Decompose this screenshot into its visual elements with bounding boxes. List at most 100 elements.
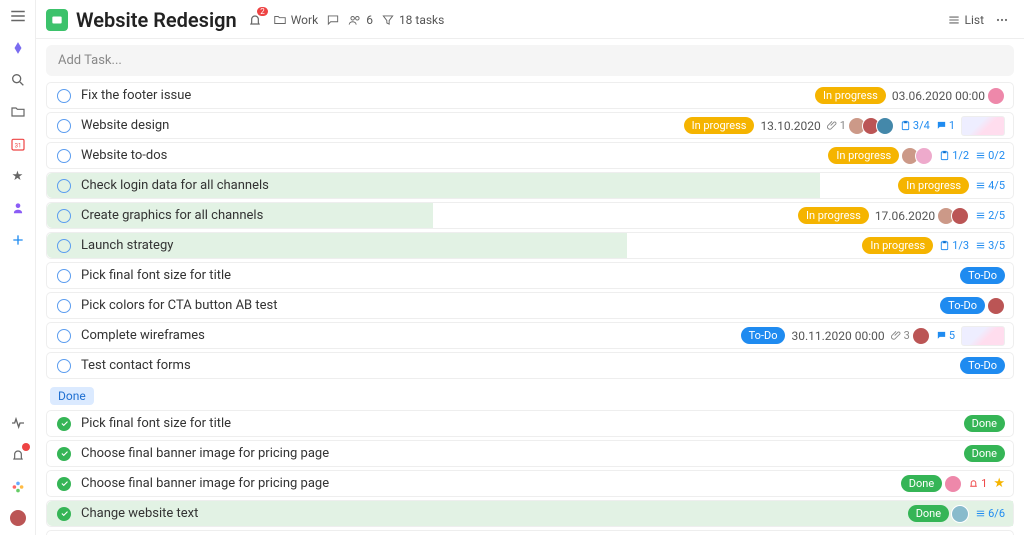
status-open-icon[interactable] (57, 119, 71, 133)
status-open-icon[interactable] (57, 269, 71, 283)
task-title: Choose final banner image for pricing pa… (81, 476, 329, 491)
assignee-avatars[interactable] (905, 147, 933, 165)
diamond-icon[interactable] (8, 38, 28, 58)
attachment-icon[interactable]: 3 (891, 329, 910, 342)
plus-icon[interactable] (8, 230, 28, 250)
checklist-icon[interactable]: 2/5 (975, 209, 1005, 222)
status-open-icon[interactable] (57, 179, 71, 193)
status-open-icon[interactable] (57, 149, 71, 163)
task-row[interactable]: Pick final font size for titleDone (46, 410, 1014, 437)
clipboard-icon[interactable]: 3/4 (900, 119, 930, 132)
status-done-icon[interactable] (57, 477, 71, 491)
assignee-avatars[interactable] (916, 327, 930, 345)
person-icon[interactable] (8, 198, 28, 218)
status-pill[interactable]: Done (908, 505, 949, 522)
chat-icon[interactable]: 1 (936, 119, 955, 132)
chat-icon[interactable]: 5 (936, 329, 955, 342)
status-pill[interactable]: Done (964, 445, 1005, 462)
task-row[interactable]: Website to-dosIn progress1/20/2 (46, 142, 1014, 169)
clipboard-icon[interactable]: 1/2 (939, 149, 969, 162)
task-row[interactable]: Choose final banner image for pricing pa… (46, 470, 1014, 497)
task-title: Create graphics for all channels (81, 208, 263, 223)
task-title: Fix the footer issue (81, 88, 191, 103)
status-pill[interactable]: In progress (815, 87, 886, 104)
assignee-avatars[interactable] (852, 117, 894, 135)
task-row[interactable]: Test contact forms To-Do (46, 352, 1014, 379)
task-title: Choose final banner image for pricing pa… (81, 446, 329, 461)
status-done-icon[interactable] (57, 507, 71, 521)
folder-meta[interactable]: Work (273, 13, 318, 27)
thumbnail[interactable] (961, 326, 1005, 346)
attachment-icon[interactable]: 1 (827, 119, 846, 132)
assignee-avatars[interactable] (991, 87, 1005, 105)
task-row[interactable]: Pick final font size for title To-Do (46, 262, 1014, 289)
calendar-icon[interactable]: 31 (8, 134, 28, 154)
task-row[interactable]: Choose final banner image for pricing pa… (46, 440, 1014, 467)
assignee-avatars[interactable] (991, 297, 1005, 315)
members-meta[interactable]: 6 (348, 13, 373, 27)
task-row[interactable]: Pick colors for CTA button AB testTo-Do (46, 292, 1014, 319)
task-title: Test contact forms (81, 358, 191, 373)
status-open-icon[interactable] (57, 89, 71, 103)
status-pill[interactable]: In progress (828, 147, 899, 164)
star-icon[interactable]: ★ (993, 476, 1005, 491)
more-icon[interactable] (992, 10, 1012, 30)
status-pill[interactable]: Done (901, 475, 942, 492)
status-pill[interactable]: In progress (798, 207, 869, 224)
activity-icon[interactable] (8, 413, 28, 433)
view-list-button[interactable]: List (947, 13, 985, 27)
task-row[interactable]: Complete wireframesTo-Do30.11.2020 00:00… (46, 322, 1014, 349)
task-title: Launch strategy (81, 238, 173, 253)
status-pill[interactable]: Done (964, 415, 1005, 432)
chat-meta[interactable] (326, 13, 340, 27)
task-row[interactable]: Check login data for all channelsIn prog… (46, 172, 1014, 199)
checklist-icon[interactable]: 6/6 (975, 507, 1005, 520)
task-date: 30.11.2020 00:00 (791, 329, 884, 343)
status-open-icon[interactable] (57, 209, 71, 223)
task-title: Change website text (81, 506, 198, 521)
checklist-icon[interactable]: 3/5 (975, 239, 1005, 252)
status-open-icon[interactable] (57, 299, 71, 313)
search-icon[interactable] (8, 70, 28, 90)
status-pill[interactable]: To-Do (741, 327, 786, 344)
status-open-icon[interactable] (57, 239, 71, 253)
assignee-avatars[interactable] (955, 505, 969, 523)
status-pill[interactable]: To-Do (960, 357, 1005, 374)
reminder-icon[interactable]: 1 (968, 477, 987, 490)
clipboard-icon[interactable]: 1/3 (939, 239, 969, 252)
status-open-icon[interactable] (57, 359, 71, 373)
checklist-icon[interactable]: 0/2 (975, 149, 1005, 162)
menu-icon[interactable] (8, 6, 28, 26)
status-done-icon[interactable] (57, 447, 71, 461)
status-pill[interactable]: To-Do (940, 297, 985, 314)
task-title: Pick final font size for title (81, 268, 231, 283)
task-row[interactable]: Create graphics for all channels In progr… (46, 202, 1014, 229)
folder-plus-icon[interactable] (8, 102, 28, 122)
status-pill[interactable]: In progress (684, 117, 755, 134)
task-row[interactable]: Website designIn progress13.10.202013/41 (46, 112, 1014, 139)
section-done[interactable]: Done (50, 387, 94, 405)
status-pill[interactable]: To-Do (960, 267, 1005, 284)
filter-meta[interactable]: 18 tasks (381, 13, 444, 27)
status-pill[interactable]: In progress (862, 237, 933, 254)
task-date: 17.06.2020 (875, 209, 935, 223)
status-done-icon[interactable] (57, 417, 71, 431)
task-row[interactable]: Launch strategy In progress 1/3 3/5 (46, 232, 1014, 259)
star-icon[interactable]: ★ (8, 166, 28, 186)
add-task-input[interactable]: Add Task... (46, 45, 1014, 76)
bell-nav-icon[interactable] (8, 445, 28, 465)
task-row[interactable]: Inform Olivia about the new designDone (46, 530, 1014, 535)
bell-icon[interactable]: 2 (245, 10, 265, 30)
checklist-icon[interactable]: 4/5 (975, 179, 1005, 192)
task-row[interactable]: Change website text Done 6/6 (46, 500, 1014, 527)
status-open-icon[interactable] (57, 329, 71, 343)
thumbnail[interactable] (961, 116, 1005, 136)
task-date: 13.10.2020 (760, 119, 820, 133)
assignee-avatars[interactable] (941, 207, 969, 225)
apps-icon[interactable] (8, 477, 28, 497)
status-pill[interactable]: In progress (898, 177, 969, 194)
task-list: Add Task... Fix the footer issue In progr… (36, 39, 1024, 535)
task-row[interactable]: Fix the footer issueIn progress03.06.202… (46, 82, 1014, 109)
assignee-avatars[interactable] (948, 475, 962, 493)
user-avatar[interactable] (9, 509, 27, 527)
